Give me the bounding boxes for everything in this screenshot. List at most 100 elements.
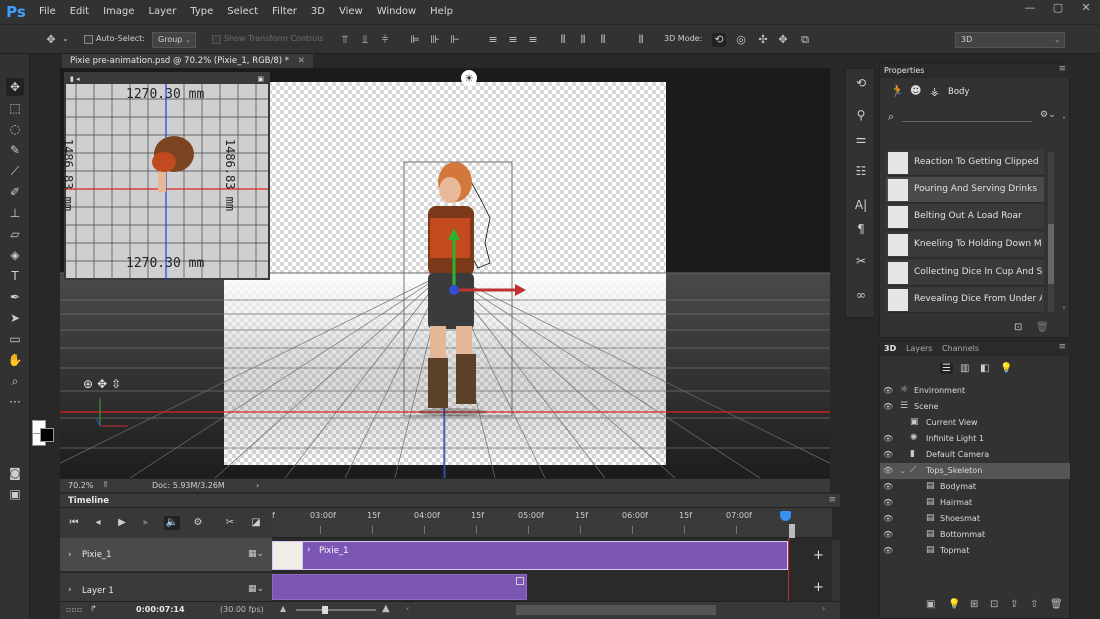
animation-item[interactable]: Revealing Dice From Under A	[886, 287, 1044, 313]
align-vcenter-icon[interactable]: ⫫	[358, 33, 372, 47]
scene-node-bodymat[interactable]: 👁 ▤ Bodymat	[880, 479, 1070, 495]
delete-icon[interactable]: 🗑	[1036, 322, 1049, 333]
distribute-hcenter-icon[interactable]: ⦀	[576, 33, 590, 47]
distribute-top-icon[interactable]: ≡	[486, 33, 500, 47]
character-icon[interactable]: A|	[853, 197, 869, 213]
paragraph-icon[interactable]: ¶	[853, 221, 869, 237]
auto-align-icon[interactable]: ⦀	[634, 33, 648, 47]
align-top-icon[interactable]: ⫪	[338, 33, 352, 47]
visibility-eye-icon[interactable]: 👁	[883, 498, 893, 507]
pen-tool-icon[interactable]: ✒	[6, 288, 24, 306]
menu-3d[interactable]: 3D	[304, 0, 332, 24]
orbit-3d-icon[interactable]: ⟲	[712, 33, 726, 47]
brush-tool-icon[interactable]: ✐	[6, 183, 24, 201]
align-hcenter-icon[interactable]: ⊪	[428, 33, 442, 47]
add-light-icon[interactable]: 💡	[948, 599, 960, 610]
split-scissors-icon[interactable]: ✂	[222, 516, 238, 530]
scene-node-environment[interactable]: 👁 ☼ Environment	[880, 383, 1070, 399]
stamp-tool-icon[interactable]: ⊥	[6, 204, 24, 222]
tab-layers[interactable]: Layers	[906, 344, 932, 353]
menu-layer[interactable]: Layer	[141, 0, 183, 24]
menu-view[interactable]: View	[332, 0, 370, 24]
visibility-eye-icon[interactable]: 👁	[883, 514, 893, 523]
align-bottom-icon[interactable]: ⫩	[378, 33, 392, 47]
scroll-left-icon[interactable]: ‹	[406, 604, 409, 613]
menu-help[interactable]: Help	[423, 0, 460, 24]
menu-window[interactable]: Window	[370, 0, 423, 24]
hand-tool-icon[interactable]: ✋	[6, 351, 24, 369]
quick-mask-icon[interactable]: ◙	[6, 464, 24, 482]
status-menu-arrow[interactable]: ›	[256, 481, 259, 490]
move-tool-icon[interactable]: ✥	[6, 78, 24, 96]
align-left-icon[interactable]: ⊫	[408, 33, 422, 47]
visibility-eye-icon[interactable]: 👁	[883, 402, 893, 411]
menu-filter[interactable]: Filter	[265, 0, 304, 24]
close-view-icon[interactable]: ▣	[257, 74, 264, 84]
slide-3d-icon[interactable]: ✥	[776, 33, 790, 47]
lasso-tool-icon[interactable]: ◌	[6, 120, 24, 138]
import-icon[interactable]: ⇪	[1010, 599, 1018, 610]
canvas-area[interactable]: ☀ ▮ ◂ ▣ 1270.30 mm 1270.30 mm 1486.83 mm…	[60, 68, 830, 478]
menu-image[interactable]: Image	[96, 0, 141, 24]
orbit-camera-icon[interactable]: ⊕	[83, 377, 93, 391]
scene-node-default-camera[interactable]: 👁 ▮ Default Camera	[880, 447, 1070, 463]
expand-arrow-icon[interactable]: ›	[68, 550, 72, 560]
zoom-slider-handle[interactable]	[322, 606, 328, 614]
pan-camera-icon[interactable]: ✥	[97, 377, 107, 391]
scrollbar-thumb[interactable]	[1048, 224, 1054, 284]
move-tool-icon[interactable]: ✥	[44, 33, 58, 47]
timeline-tracks[interactable]: › Pixie_1 + +	[272, 538, 832, 601]
menu-edit[interactable]: Edit	[63, 0, 96, 24]
go-to-first-frame-icon[interactable]: ⏮	[66, 516, 82, 530]
gear-icon[interactable]: ⚙⌄	[1040, 110, 1056, 120]
zoom-out-icon[interactable]: ▲	[280, 604, 286, 613]
close-icon[interactable]: ✕	[298, 56, 305, 66]
dolly-camera-icon[interactable]: ⇳	[111, 377, 121, 391]
export-icon[interactable]: ⇧	[1030, 599, 1038, 610]
render-icon[interactable]: ▫▫▫	[66, 605, 82, 614]
body-pose-icon[interactable]: 🏃	[890, 84, 905, 98]
delete-icon[interactable]: 🗑	[1050, 599, 1063, 610]
visibility-eye-icon[interactable]: 👁	[883, 466, 893, 475]
add-media-icon[interactable]: +	[813, 580, 824, 595]
scene-node-infinite-light[interactable]: 👁 ✺ Infinite Light 1	[880, 431, 1070, 447]
tab-channels[interactable]: Channels	[942, 344, 979, 353]
tool-preset-arrow[interactable]: ⌄	[62, 34, 69, 43]
menu-file[interactable]: File	[32, 0, 63, 24]
gradient-tool-icon[interactable]: ◈	[6, 246, 24, 264]
zoom-slider[interactable]	[296, 609, 376, 611]
visibility-eye-icon[interactable]: 👁	[883, 386, 893, 395]
merge-icon[interactable]: ⊡	[990, 599, 998, 610]
eyedropper-tool-icon[interactable]: ⟋	[6, 162, 24, 180]
scene-icon[interactable]: ⚶	[930, 85, 939, 98]
new-object-icon[interactable]: ⊞	[970, 599, 978, 610]
timeline-hscrollbar[interactable]	[516, 605, 716, 615]
zoom-level[interactable]: 70.2%	[68, 481, 93, 490]
pan-3d-icon[interactable]: ✣	[756, 33, 770, 47]
scroll-right-icon[interactable]: ›	[822, 604, 825, 613]
type-tool-icon[interactable]: T	[6, 267, 24, 285]
animation-item[interactable]: Pouring And Serving Drinks	[886, 177, 1044, 203]
secondary-view[interactable]: ▮ ◂ ▣ 1270.30 mm 1270.30 mm 1486.83 mm 1…	[61, 72, 270, 280]
panel-menu-icon[interactable]: ≡	[1058, 64, 1066, 74]
whole-scene-filter-icon[interactable]: ☰	[940, 363, 953, 374]
zoom-tool-icon[interactable]: ⌕	[6, 372, 24, 390]
search-input[interactable]	[902, 121, 1032, 122]
quick-select-tool-icon[interactable]: ✎	[6, 141, 24, 159]
track-layer-1[interactable]: › Layer 1 ▦⌄	[60, 573, 272, 601]
rectangle-tool-icon[interactable]: ▭	[6, 330, 24, 348]
adjustments-icon[interactable]: ⚌	[853, 131, 869, 147]
settings-gear-icon[interactable]: ⚙	[190, 516, 206, 530]
animation-item[interactable]: Reaction To Getting Clipped	[886, 150, 1044, 176]
properties-title[interactable]: Properties	[884, 66, 924, 75]
visibility-eye-icon[interactable]: 👁	[883, 482, 893, 491]
animation-item[interactable]: Collecting Dice In Cup And S	[886, 260, 1044, 286]
distribute-vcenter-icon[interactable]: ≡	[506, 33, 520, 47]
work-area-end-handle[interactable]	[789, 524, 795, 538]
materials-filter-icon[interactable]: ◧	[980, 363, 989, 374]
film-strip-icon[interactable]: ▦⌄	[248, 549, 264, 559]
search-icon[interactable]: ⌕	[888, 110, 894, 124]
zoom-in-icon[interactable]: ▲	[382, 603, 390, 614]
background-color[interactable]	[40, 428, 54, 442]
align-right-icon[interactable]: ⊩	[448, 33, 462, 47]
